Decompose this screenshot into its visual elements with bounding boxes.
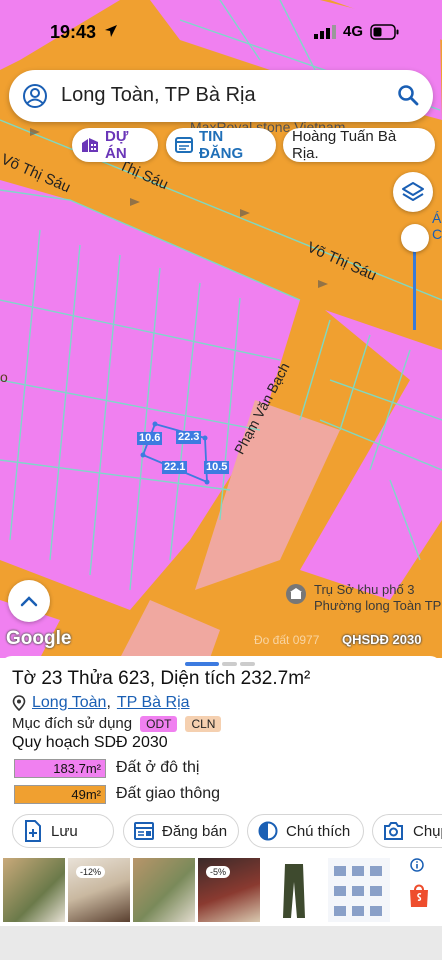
search-icon[interactable] bbox=[396, 83, 420, 107]
tin-dang-chip[interactable]: TIN ĐĂNG bbox=[166, 128, 276, 162]
user-filter-chip[interactable]: Hoàng Tuấn Bà Rịa. bbox=[283, 128, 435, 162]
discount-badge: -5% bbox=[206, 866, 231, 878]
edge-label-a: Á bbox=[432, 210, 442, 226]
parcel-address: Long Toàn , TP Bà Rịa bbox=[12, 694, 190, 712]
location-arrow-icon bbox=[105, 25, 117, 37]
product-thumbnail[interactable] bbox=[328, 858, 390, 922]
land-use-row: Mục đích sử dụng ODT CLN bbox=[12, 715, 222, 732]
legend-button-label: Chú thích bbox=[286, 822, 351, 840]
layers-icon bbox=[402, 182, 424, 201]
du-an-label: DỰ ÁN bbox=[105, 128, 129, 162]
bottom-bar bbox=[0, 926, 442, 960]
signal-icon bbox=[314, 25, 336, 39]
legend-label: Đất giao thông bbox=[116, 785, 221, 802]
post-listing-icon bbox=[134, 822, 154, 840]
du-an-chip[interactable]: DỰ ÁN bbox=[72, 128, 158, 162]
google-logo: Google bbox=[6, 628, 72, 649]
product-thumbnail[interactable]: -12% bbox=[68, 858, 130, 922]
dimension-bottom: 22.1 bbox=[162, 461, 188, 474]
capture-label: Chụp bbox=[413, 822, 442, 840]
page-indicator bbox=[222, 662, 237, 666]
add-document-icon bbox=[25, 820, 41, 842]
user-icon[interactable] bbox=[22, 83, 48, 109]
layers-button[interactable] bbox=[393, 172, 433, 212]
dimension-top: 22.3 bbox=[176, 431, 202, 444]
save-button[interactable]: Lưu bbox=[12, 814, 114, 848]
product-thumbnail[interactable]: -5% bbox=[198, 858, 260, 922]
user-filter-label: Hoàng Tuấn Bà Rịa. bbox=[292, 128, 397, 162]
poi-label-line1: Trụ Sở khu phố 3 bbox=[314, 582, 415, 597]
dimension-left: 10.6 bbox=[137, 432, 163, 445]
status-time: 19:43 bbox=[50, 22, 97, 42]
land-use-label: Mục đích sử dụng bbox=[12, 715, 133, 732]
plan-title: Quy hoạch SDĐ 2030 bbox=[12, 734, 168, 751]
post-sale-button[interactable]: Đăng bán bbox=[123, 814, 239, 848]
land-use-tag-odt: ODT bbox=[140, 715, 178, 732]
city-link[interactable]: TP Bà Rịa bbox=[117, 694, 190, 712]
page-indicator-active bbox=[185, 662, 219, 666]
search-query[interactable]: Long Toàn, TP Bà Rịa bbox=[61, 84, 256, 107]
chevron-up-icon bbox=[20, 596, 38, 607]
status-bar: 19:43 4G bbox=[0, 0, 442, 64]
office-icon bbox=[290, 588, 302, 599]
dimension-right: 10.5 bbox=[204, 461, 230, 474]
legend-area: 183.7m² bbox=[14, 758, 106, 778]
page-indicator bbox=[240, 662, 255, 666]
discount-badge: -12% bbox=[76, 866, 106, 878]
ad-product-strip[interactable]: -12% -5% bbox=[0, 854, 442, 926]
product-thumbnail[interactable] bbox=[263, 858, 325, 922]
product-image bbox=[283, 864, 305, 918]
product-thumbnail[interactable] bbox=[3, 858, 65, 922]
network-type: 4G bbox=[343, 23, 364, 40]
plan-layer-badge: QHSDĐ 2030 bbox=[342, 632, 422, 647]
map-pin-icon bbox=[12, 695, 26, 711]
product-thumbnail[interactable] bbox=[133, 858, 195, 922]
map-view[interactable]: 19:43 4G Long Toàn, TP Bà Rịa MaxRoyal s… bbox=[0, 0, 442, 658]
legend-row-residential: 183.7m² Đất ở đô thị bbox=[14, 758, 199, 778]
edge-label-c: C bbox=[432, 226, 442, 242]
shopping-bag-icon[interactable] bbox=[408, 882, 430, 908]
legend-button[interactable]: Chú thích bbox=[247, 814, 364, 848]
save-label: Lưu bbox=[51, 822, 78, 840]
listing-icon bbox=[175, 137, 193, 153]
expand-button[interactable] bbox=[8, 580, 50, 622]
add-photo-icon bbox=[384, 822, 403, 840]
building-icon bbox=[82, 138, 98, 152]
poi-icon[interactable] bbox=[286, 584, 306, 604]
tin-dang-label: TIN ĐĂNG bbox=[199, 128, 244, 162]
contrast-icon bbox=[258, 821, 278, 841]
edge-label-o: o bbox=[0, 369, 8, 385]
parcel-title: Tờ 23 Thửa 623, Diện tích 232.7m² bbox=[12, 668, 311, 689]
legend-row-transport: 49m² Đất giao thông bbox=[14, 784, 220, 804]
legend-area: 49m² bbox=[14, 784, 106, 804]
poi-label-line2: Phường long Toàn TP bbox=[314, 598, 442, 613]
info-icon[interactable] bbox=[410, 858, 424, 872]
watermark: Đo đất 0977 bbox=[254, 633, 320, 647]
zoom-slider-handle[interactable] bbox=[401, 224, 429, 252]
land-use-tag-cln: CLN bbox=[185, 715, 222, 732]
capture-button[interactable]: Chụp bbox=[372, 814, 442, 848]
search-bar[interactable]: Long Toàn, TP Bà Rịa bbox=[9, 70, 433, 122]
address-separator: , bbox=[106, 694, 111, 711]
ward-link[interactable]: Long Toàn bbox=[32, 694, 106, 712]
product-image bbox=[334, 866, 382, 916]
battery-icon bbox=[370, 24, 399, 40]
legend-label: Đất ở đô thị bbox=[116, 759, 200, 776]
post-sale-label: Đăng bán bbox=[162, 822, 228, 840]
